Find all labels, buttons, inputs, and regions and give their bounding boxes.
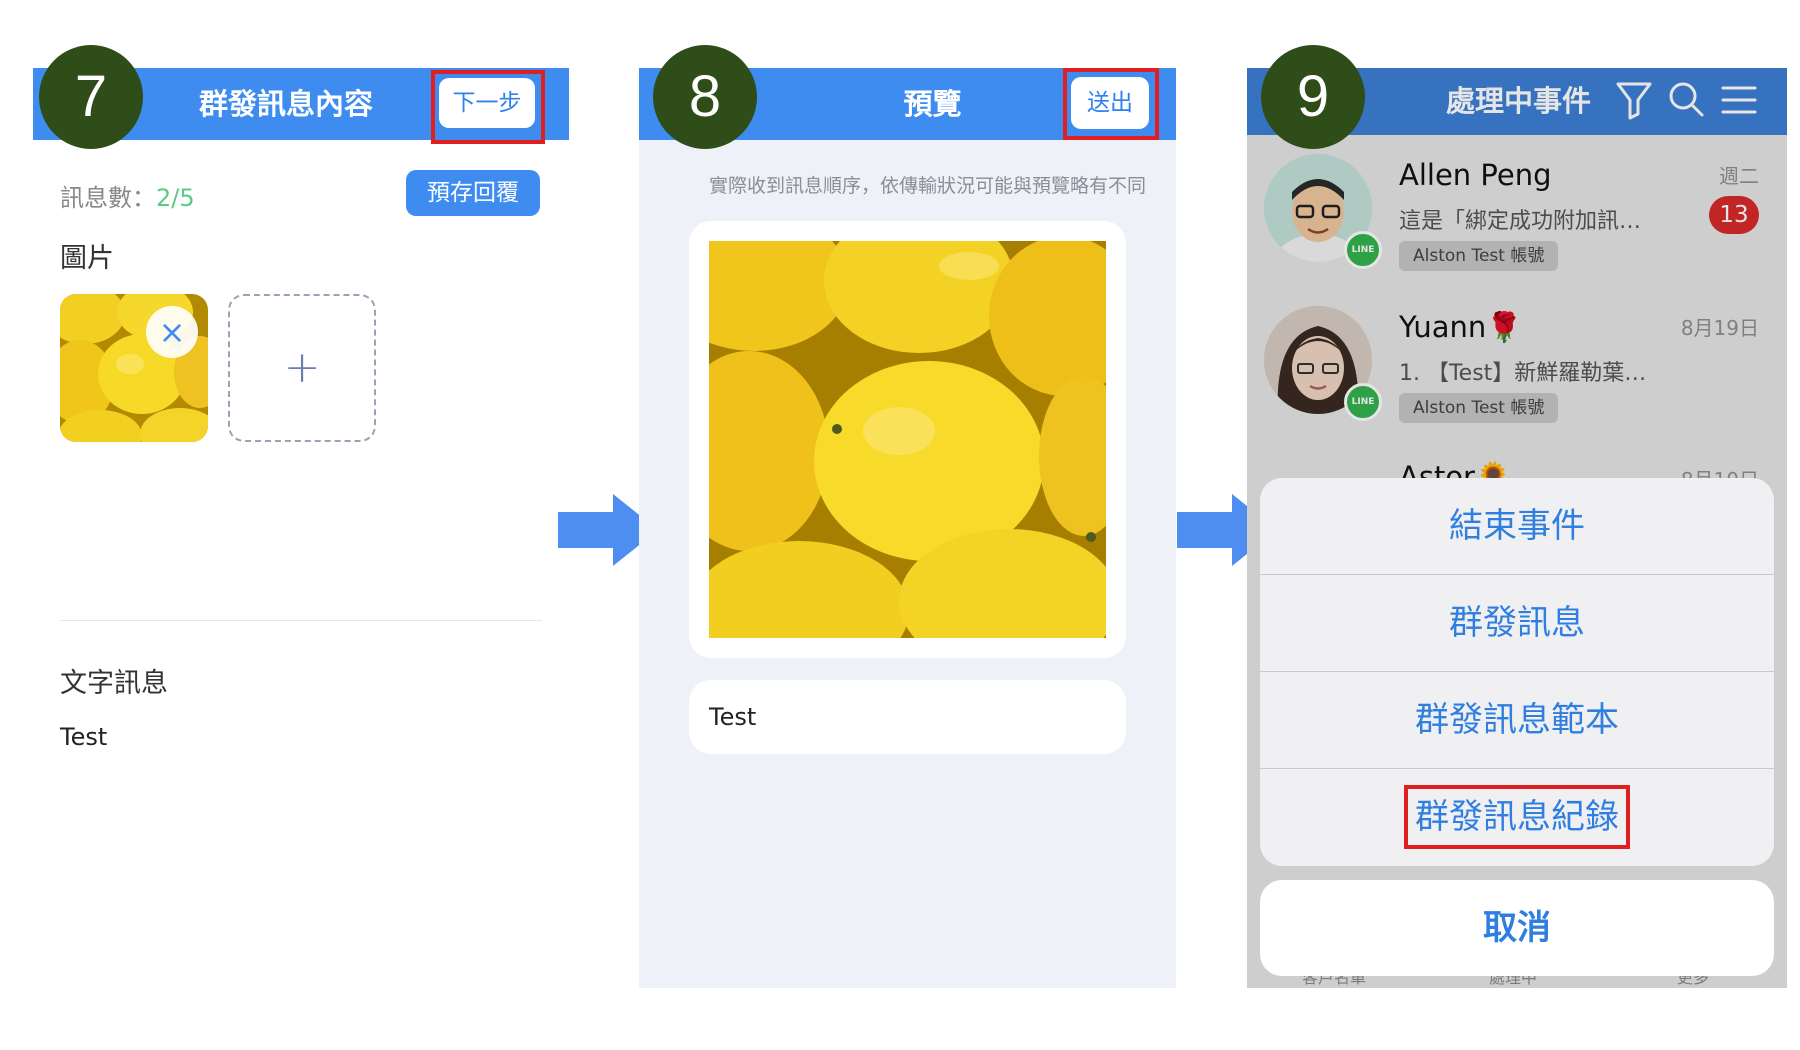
- broadcast-template-option[interactable]: 群發訊息範本: [1260, 672, 1774, 768]
- send-highlight: [1063, 68, 1159, 140]
- step-8-badge: 8: [653, 45, 757, 149]
- save-reply-button[interactable]: 預存回覆: [406, 170, 540, 216]
- preview-image[interactable]: [709, 241, 1106, 638]
- compose-screen: 群發訊息內容 下一步 訊息數：2/5 預存回覆 圖片 × + 文字訊息 Test: [33, 68, 569, 988]
- step-9-badge: 9: [1261, 45, 1365, 149]
- broadcast-option[interactable]: 群發訊息: [1260, 575, 1774, 671]
- preview-image-card: [689, 221, 1126, 658]
- images-label: 圖片: [60, 243, 114, 274]
- lemon-image: [709, 241, 1106, 638]
- text-message-value[interactable]: Test: [60, 723, 107, 751]
- preview-notice: 實際收到訊息順序，依傳輸狀況可能與預覽略有不同: [708, 175, 1146, 197]
- message-count-label: 訊息數：: [60, 184, 156, 212]
- message-count-value: 2/5: [156, 184, 195, 212]
- next-step-highlight: [431, 70, 545, 144]
- section-divider: [60, 620, 542, 621]
- preview-screen: 預覽 送出 實際收到訊息順序，依傳輸狀況可能與預覽略有不同 Test: [639, 68, 1176, 988]
- preview-text-message: Test: [689, 680, 1126, 754]
- add-image-button[interactable]: +: [228, 294, 376, 442]
- action-sheet: 結束事件 群發訊息 群發訊息範本 群發訊息紀錄: [1260, 478, 1774, 866]
- remove-image-icon[interactable]: ×: [146, 306, 198, 358]
- in-progress-screen: 處理中事件 LINE Allen Peng 週二 這是「綁定成功附加訊… 13 …: [1247, 68, 1787, 988]
- message-count: 訊息數：2/5: [60, 178, 195, 213]
- text-message-label: 文字訊息: [60, 668, 168, 699]
- broadcast-history-highlight: [1404, 785, 1630, 849]
- end-event-option[interactable]: 結束事件: [1260, 478, 1774, 574]
- step-7-badge: 7: [39, 45, 143, 149]
- cancel-button[interactable]: 取消: [1260, 880, 1774, 976]
